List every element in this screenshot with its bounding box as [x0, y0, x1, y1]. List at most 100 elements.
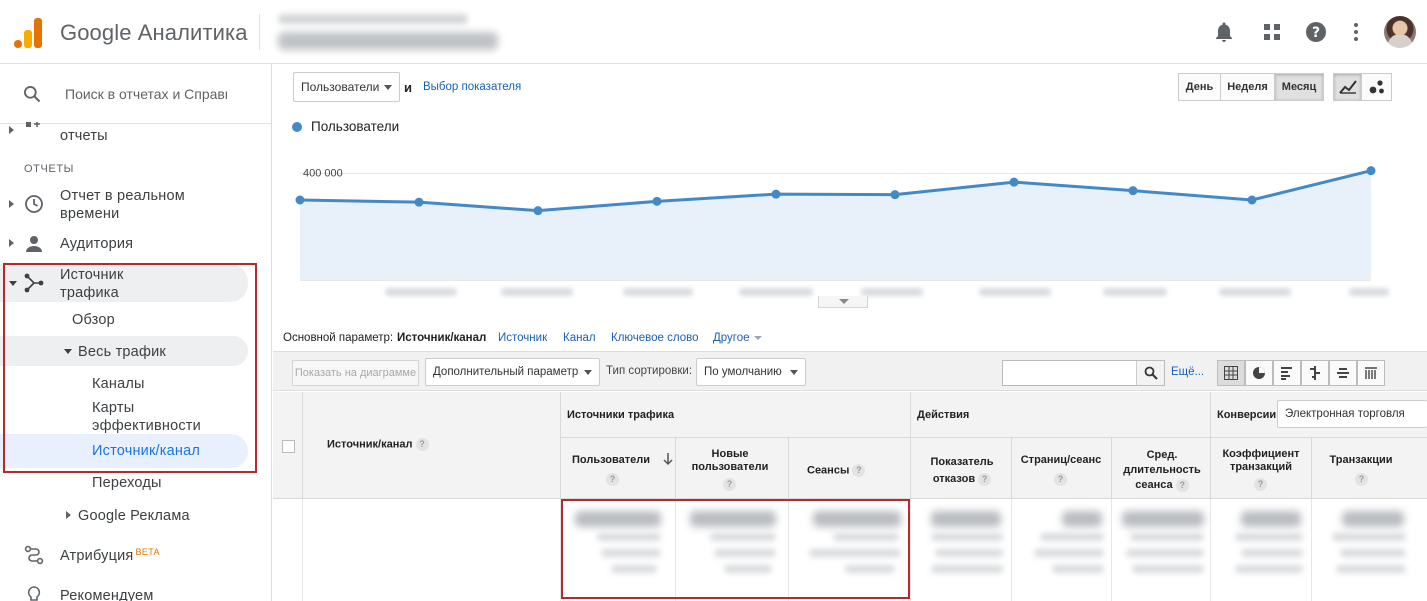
primary-dimension-active: Источник/канал — [397, 332, 487, 344]
dimension-link-medium[interactable]: Канал — [563, 332, 596, 344]
period-week-button[interactable]: Неделя — [1220, 73, 1275, 101]
data-point — [1366, 166, 1376, 176]
sort-type-select[interactable]: По умолчанию — [696, 358, 806, 386]
group-header-acquisition: Источники трафика — [561, 392, 911, 438]
help-icon[interactable]: ? — [978, 472, 992, 486]
data-point — [652, 196, 662, 206]
choose-metric-link[interactable]: Выбор показателя — [423, 81, 521, 93]
total-cell-duration — [1112, 499, 1211, 601]
table-grid-icon — [1224, 366, 1238, 380]
column-header-pages-per-session[interactable]: Страниц/сеанс ? — [1012, 438, 1112, 499]
column-header-users[interactable]: Пользователи ? — [561, 438, 676, 499]
custom-reports-icon — [26, 122, 40, 127]
x-tick-label-blurred — [1219, 288, 1291, 296]
data-point — [533, 206, 543, 216]
more-vert-icon[interactable] — [1344, 20, 1368, 44]
view-pivot-button[interactable] — [1357, 360, 1385, 386]
data-point — [771, 189, 781, 199]
highlight-box-acquisition — [3, 263, 257, 473]
view-term-cloud-button[interactable] — [1329, 360, 1357, 386]
column-header-label: Пользователи — [571, 454, 650, 466]
period-month-button[interactable]: Месяц — [1274, 73, 1324, 101]
view-percentage-button[interactable] — [1245, 360, 1273, 386]
column-header-bounce-rate[interactable]: Показатель отказов ? — [911, 438, 1012, 499]
chevron-down-icon — [790, 370, 798, 375]
sidebar-item-google-ads[interactable]: Google Реклама — [0, 506, 248, 526]
conversion-type-select[interactable]: Электронная торговля — [1277, 400, 1427, 428]
search-icon — [1144, 366, 1158, 380]
select-all-cell — [273, 392, 303, 499]
data-point — [1009, 177, 1019, 187]
term-cloud-icon — [1337, 368, 1349, 378]
secondary-dimension-select[interactable]: Дополнительный параметр — [425, 358, 600, 386]
column-header-sessions[interactable]: Сеансы ? — [789, 438, 911, 499]
sidebar-item-label: Google Реклама — [78, 508, 190, 524]
column-header-label: Сеансы ? — [807, 464, 866, 477]
app-name[interactable]: Google Аналитика — [60, 20, 248, 46]
beta-badge: BETA — [135, 547, 160, 557]
help-icon[interactable]: ? — [1175, 478, 1189, 492]
column-header-label: Страниц/сеанс — [1020, 454, 1102, 466]
column-header-new-users[interactable]: Новые пользователи ? — [676, 438, 789, 499]
avatar[interactable] — [1384, 16, 1416, 48]
sort-type-label: Тип сортировки: — [606, 365, 693, 377]
select-all-checkbox[interactable] — [282, 440, 295, 453]
help-icon[interactable]: ? — [1304, 20, 1328, 44]
chevron-down-icon — [384, 85, 392, 90]
search-icon — [24, 86, 41, 103]
chevron-down-icon — [753, 335, 762, 340]
help-icon[interactable]: ? — [606, 473, 619, 487]
help-icon[interactable]: ? — [1254, 478, 1267, 492]
sidebar-item-label: Атрибуция BETA — [60, 547, 160, 564]
view-performance-button[interactable] — [1273, 360, 1301, 386]
metric-select[interactable]: Пользователи — [293, 72, 400, 102]
help-icon[interactable]: ? — [723, 478, 736, 492]
help-icon[interactable]: ? — [1355, 473, 1368, 487]
motion-chart-toggle[interactable] — [1361, 73, 1392, 101]
sidebar-item-audience[interactable]: Аудитория — [0, 234, 271, 254]
chevron-down-icon — [584, 370, 592, 375]
sidebar-item-custom-reports[interactable]: отчеты — [0, 122, 271, 146]
analytics-logo[interactable] — [14, 18, 42, 48]
help-icon[interactable]: ? — [415, 438, 429, 451]
view-data-table-button[interactable] — [1217, 360, 1245, 386]
group-header-behavior: Действия — [911, 392, 1211, 438]
lightbulb-icon — [27, 586, 41, 601]
period-day-button[interactable]: День — [1178, 73, 1221, 101]
group-header-label: Конверсии — [1217, 409, 1277, 421]
sort-arrow-down-icon — [663, 452, 673, 471]
line-chart-toggle[interactable] — [1333, 73, 1362, 101]
group-header-conversions: Конверсии Электронная торговля — [1211, 392, 1427, 438]
total-cell-transactions — [1312, 499, 1427, 601]
sidebar-item-realtime[interactable]: Отчет в реальном времени — [0, 186, 271, 224]
dimension-header[interactable]: Источник/канал ? — [303, 392, 561, 499]
apps-grid-icon[interactable] — [1260, 20, 1284, 44]
sidebar-item-label: Аудитория — [60, 236, 134, 252]
chart-resize-handle[interactable] — [818, 296, 868, 308]
sidebar-item-attribution[interactable]: Атрибуция BETA — [0, 545, 271, 567]
bell-icon[interactable] — [1212, 20, 1236, 44]
table-search-button[interactable] — [1136, 361, 1164, 385]
sidebar-item-referrals[interactable]: Переходы — [92, 474, 162, 492]
sidebar-search[interactable]: Поиск в отчетах и Справке — [0, 64, 271, 124]
sort-type-value: По умолчанию — [704, 366, 782, 378]
dimension-link-source[interactable]: Источник — [498, 332, 547, 344]
help-icon[interactable]: ? — [852, 464, 866, 477]
column-header-label: Коэффициент транзакций — [1222, 448, 1300, 473]
dimension-link-keyword[interactable]: Ключевое слово — [611, 332, 699, 344]
column-header-conversion-rate[interactable]: Коэффициент транзакций ? — [1211, 438, 1312, 499]
person-icon — [26, 236, 42, 252]
sidebar-item-recommendations[interactable]: Рекомендуем — [0, 585, 271, 601]
x-tick-label-blurred — [501, 288, 573, 296]
view-comparison-button[interactable] — [1301, 360, 1329, 386]
dimension-other-dropdown[interactable]: Другое — [713, 332, 762, 344]
account-selector[interactable] — [272, 10, 534, 54]
help-icon[interactable]: ? — [1054, 473, 1067, 487]
advanced-filter-link[interactable]: Ещё... — [1171, 366, 1204, 378]
column-header-avg-duration[interactable]: Сред. длительность сеанса ? — [1112, 438, 1211, 499]
table-search-input[interactable] — [1002, 360, 1165, 386]
series-area — [300, 170, 1371, 280]
plot-rows-button[interactable]: Показать на диаграмме — [292, 360, 419, 386]
column-header-transactions[interactable]: Транзакции ? — [1312, 438, 1427, 499]
users-line-chart: 400 000200 000 — [295, 166, 1376, 281]
